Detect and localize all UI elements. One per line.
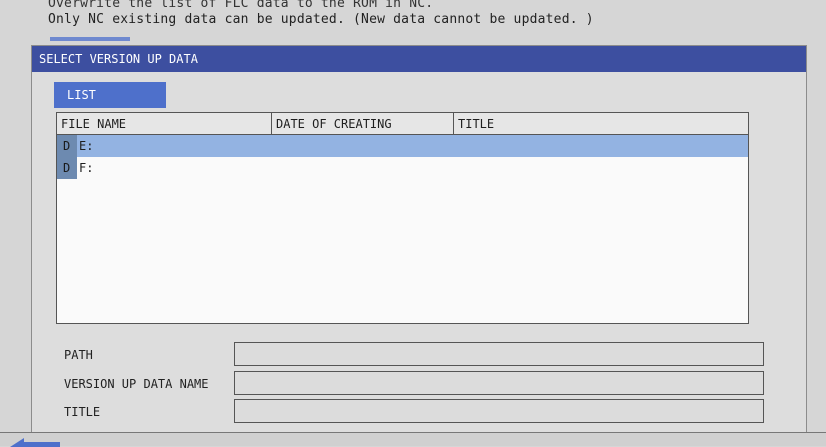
list-header: FILE NAME DATE OF CREATING TITLE	[57, 113, 748, 135]
column-header-file-name[interactable]: FILE NAME	[57, 113, 272, 134]
file-list[interactable]: FILE NAME DATE OF CREATING TITLE D E: D …	[56, 112, 749, 324]
softkey-bar	[0, 432, 826, 447]
version-up-data-name-label: VERSION UP DATA NAME	[64, 377, 209, 391]
message-indicator	[50, 37, 130, 41]
title-field[interactable]	[234, 399, 764, 423]
message-line-2: Only NC existing data can be updated. (N…	[48, 12, 594, 27]
file-name: E:	[79, 139, 94, 153]
back-arrow-icon[interactable]	[10, 435, 60, 447]
message-line-1: Overwrite the list of FLC data to the RO…	[48, 0, 434, 11]
directory-type-badge: D	[57, 157, 77, 179]
list-row-drive-f[interactable]: D F:	[57, 157, 748, 179]
tab-list[interactable]: LIST	[54, 82, 166, 108]
file-name: F:	[79, 161, 94, 175]
title-label: TITLE	[64, 405, 101, 419]
column-header-date-of-creating[interactable]: DATE OF CREATING	[272, 113, 454, 134]
column-header-title[interactable]: TITLE	[454, 113, 748, 134]
path-field[interactable]	[234, 342, 764, 366]
select-version-up-data-window: SELECT VERSION UP DATA LIST FILE NAME DA…	[31, 45, 807, 435]
window-title: SELECT VERSION UP DATA	[32, 46, 806, 72]
list-row-drive-e[interactable]: D E:	[57, 135, 748, 157]
version-up-data-name-field[interactable]	[234, 371, 764, 395]
path-label: PATH	[64, 348, 93, 362]
directory-type-badge: D	[57, 135, 77, 157]
